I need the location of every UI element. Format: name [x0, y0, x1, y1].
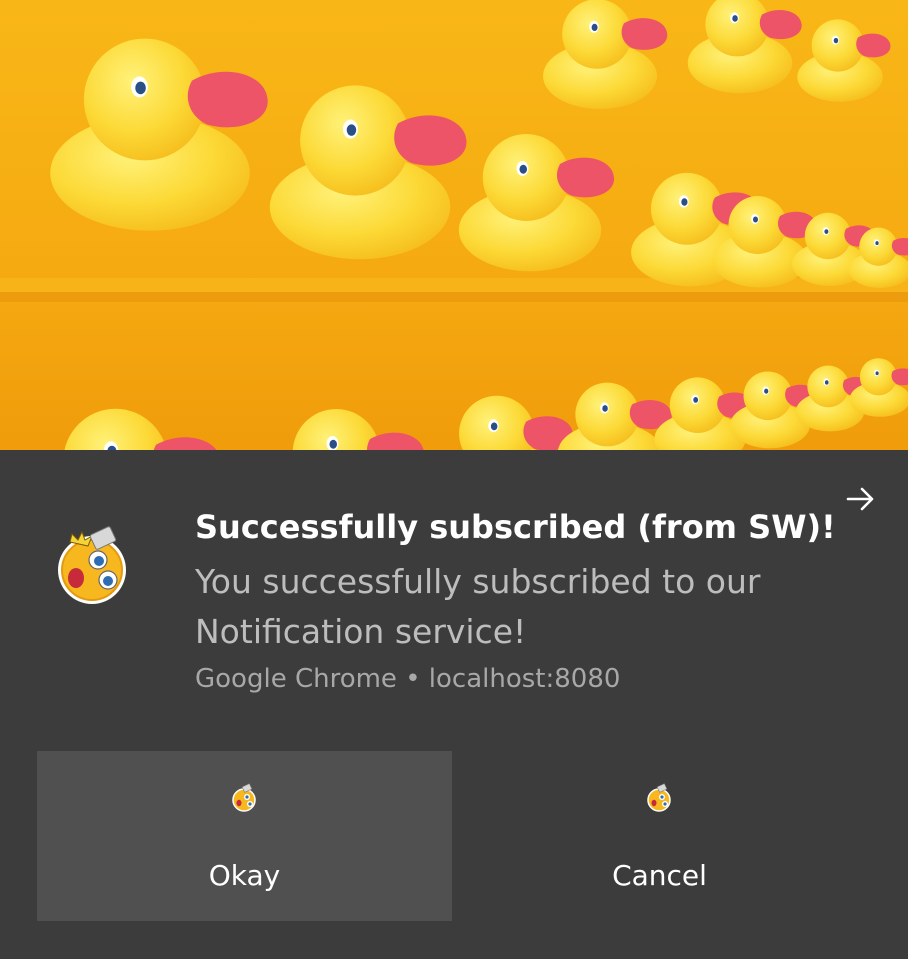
emoji-face-icon — [646, 783, 671, 812]
notification-actions: Okay Cancel — [37, 751, 867, 921]
okay-button[interactable]: Okay — [37, 751, 452, 921]
notification-attribution: Google Chrome • localhost:8080 — [195, 664, 621, 694]
cancel-button-label: Cancel — [612, 859, 707, 892]
emoji-face-icon — [231, 783, 256, 812]
hero-image — [0, 0, 908, 450]
notification-body: Successfully subscribed (from SW)! You s… — [0, 450, 908, 959]
toast-notification[interactable]: Successfully subscribed (from SW)! You s… — [0, 0, 908, 959]
notification-message: You successfully subscribed to our Notif… — [195, 562, 761, 651]
okay-button-label: Okay — [208, 859, 281, 892]
arrow-right-icon[interactable] — [844, 482, 878, 516]
emoji-face-icon — [58, 526, 126, 604]
notification-title: Successfully subscribed (from SW)! — [195, 508, 836, 546]
cancel-button[interactable]: Cancel — [452, 751, 867, 921]
